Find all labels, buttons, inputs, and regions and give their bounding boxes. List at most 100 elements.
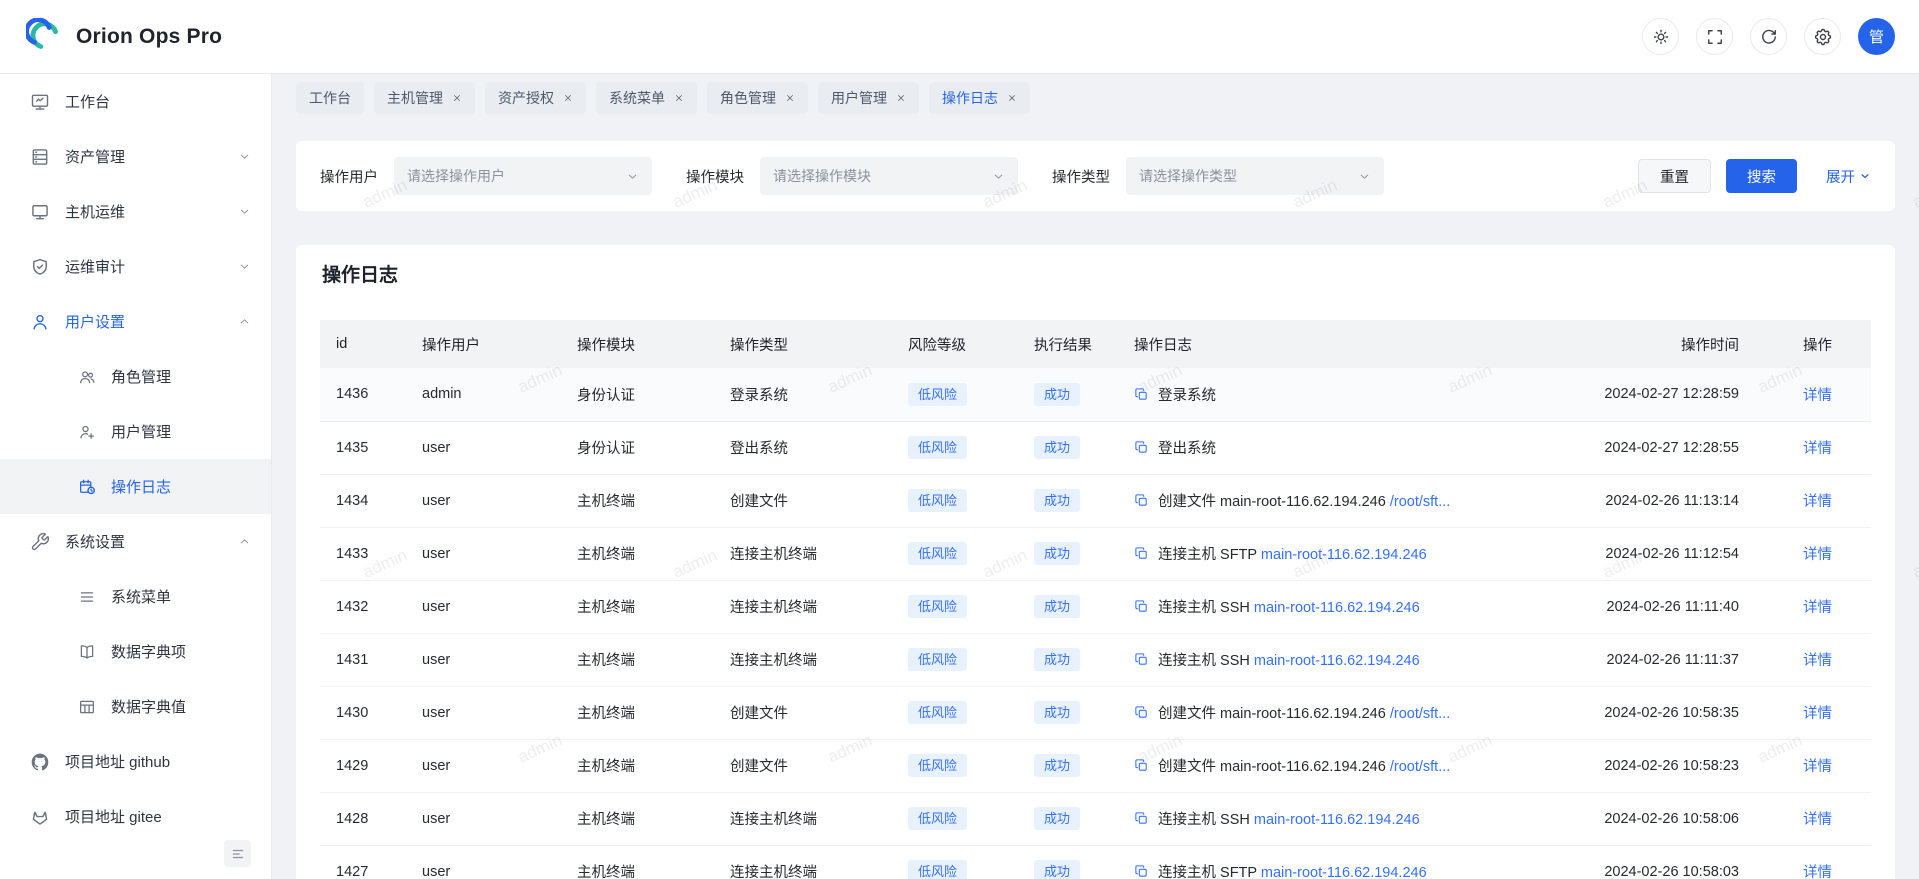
cell-risk: 低风险 — [892, 368, 1018, 421]
copy-icon[interactable] — [1134, 387, 1149, 402]
fullscreen-button[interactable] — [1696, 18, 1733, 55]
sidebar-item-label: 用户管理 — [111, 421, 251, 442]
theme-button[interactable] — [1642, 18, 1679, 55]
result-badge: 成功 — [1034, 754, 1080, 777]
reset-button[interactable]: 重置 — [1638, 159, 1711, 193]
log-link[interactable]: main-root-116.62.194.246 — [1261, 865, 1427, 879]
risk-badge: 低风险 — [908, 754, 967, 777]
filter-group-op-module: 操作模块请选择操作模块 — [686, 157, 1018, 195]
tab-role-mgmt[interactable]: 角色管理 — [707, 82, 808, 114]
column-header: 执行结果 — [1018, 320, 1118, 368]
filter-select-op-module[interactable]: 请选择操作模块 — [760, 157, 1018, 195]
copy-icon[interactable] — [1134, 705, 1149, 720]
close-icon[interactable] — [896, 93, 906, 103]
sidebar-collapse-button[interactable] — [224, 840, 251, 867]
log-link[interactable]: main-root-116.62.194.246 — [1261, 547, 1427, 563]
cell-id: 1435 — [320, 421, 406, 474]
close-icon[interactable] — [674, 93, 684, 103]
copy-icon[interactable] — [1134, 811, 1149, 826]
filter-select-op-user[interactable]: 请选择操作用户 — [394, 157, 652, 195]
sidebar-item-dict-item[interactable]: 数据字典项 — [0, 624, 271, 679]
sidebar-item-workbench[interactable]: 工作台 — [0, 74, 271, 129]
detail-link[interactable]: 详情 — [1803, 388, 1832, 404]
detail-link[interactable]: 详情 — [1803, 759, 1832, 775]
sidebar-item-user-mgmt[interactable]: 用户管理 — [0, 404, 271, 459]
refresh-button[interactable] — [1750, 18, 1787, 55]
detail-link[interactable]: 详情 — [1803, 494, 1832, 510]
sidebar-item-github[interactable]: 项目地址 github — [0, 734, 271, 789]
chevron-down-icon — [626, 170, 639, 183]
detail-link[interactable]: 详情 — [1803, 600, 1832, 616]
result-badge: 成功 — [1034, 860, 1080, 879]
detail-link[interactable]: 详情 — [1803, 865, 1832, 879]
app-logo: Orion Ops Pro — [26, 18, 222, 56]
log-link[interactable]: /root/sft... — [1390, 706, 1450, 722]
sidebar-item-role-mgmt[interactable]: 角色管理 — [0, 349, 271, 404]
copy-icon[interactable] — [1134, 546, 1149, 561]
cell-type: 创建文件 — [714, 739, 892, 792]
cell-time: 2024-02-26 10:58:03 — [1517, 845, 1787, 879]
column-header: 风险等级 — [892, 320, 1018, 368]
sidebar-item-system-settings[interactable]: 系统设置 — [0, 514, 271, 569]
copy-icon[interactable] — [1134, 652, 1149, 667]
wrench-icon — [30, 532, 50, 552]
close-icon[interactable] — [785, 93, 795, 103]
tab-host-mgmt[interactable]: 主机管理 — [374, 82, 475, 114]
sidebar-item-label: 数据字典值 — [111, 696, 251, 717]
theme-icon — [1651, 27, 1671, 47]
copy-icon[interactable] — [1134, 864, 1149, 879]
detail-link[interactable]: 详情 — [1803, 441, 1832, 457]
detail-link[interactable]: 详情 — [1803, 547, 1832, 563]
log-link[interactable]: main-root-116.62.194.246 — [1254, 600, 1420, 616]
sidebar-item-gitee[interactable]: 项目地址 gitee — [0, 789, 271, 844]
column-header: id — [320, 320, 406, 368]
logo-icon — [26, 18, 64, 56]
cell-time: 2024-02-26 10:58:06 — [1517, 792, 1787, 845]
settings-button[interactable] — [1804, 18, 1841, 55]
sidebar-item-system-menu[interactable]: 系统菜单 — [0, 569, 271, 624]
log-link[interactable]: /root/sft... — [1390, 759, 1450, 775]
sidebar-item-host-ops[interactable]: 主机运维 — [0, 184, 271, 239]
detail-link[interactable]: 详情 — [1803, 706, 1832, 722]
cell-action: 详情 — [1787, 368, 1871, 421]
close-icon[interactable] — [1007, 93, 1017, 103]
tab-system-menu[interactable]: 系统菜单 — [596, 82, 697, 114]
sidebar-item-user-settings[interactable]: 用户设置 — [0, 294, 271, 349]
tab-workbench[interactable]: 工作台 — [296, 82, 364, 114]
cell-type: 连接主机终端 — [714, 527, 892, 580]
copy-icon[interactable] — [1134, 758, 1149, 773]
sidebar-item-dict-value[interactable]: 数据字典值 — [0, 679, 271, 734]
cell-id: 1436 — [320, 368, 406, 421]
log-link[interactable]: /root/sft... — [1390, 494, 1450, 510]
filter-select-op-type[interactable]: 请选择操作类型 — [1126, 157, 1384, 195]
sidebar-item-op-log[interactable]: 操作日志 — [0, 459, 271, 514]
log-text: 连接主机 SSH main-root-116.62.194.246 — [1158, 808, 1420, 829]
close-icon[interactable] — [452, 93, 462, 103]
detail-link[interactable]: 详情 — [1803, 812, 1832, 828]
detail-link[interactable]: 详情 — [1803, 653, 1832, 669]
sidebar-item-asset-mgmt[interactable]: 资产管理 — [0, 129, 271, 184]
tab-asset-auth[interactable]: 资产授权 — [485, 82, 586, 114]
user-avatar[interactable]: 管 — [1858, 18, 1895, 55]
tab-op-log[interactable]: 操作日志 — [929, 82, 1030, 114]
risk-badge: 低风险 — [908, 383, 967, 406]
sidebar-item-ops-audit[interactable]: 运维审计 — [0, 239, 271, 294]
log-link[interactable]: main-root-116.62.194.246 — [1254, 653, 1420, 669]
cell-time: 2024-02-26 10:58:35 — [1517, 686, 1787, 739]
log-link[interactable]: main-root-116.62.194.246 — [1254, 812, 1420, 828]
search-button[interactable]: 搜索 — [1726, 159, 1797, 193]
column-header: 操作日志 — [1118, 320, 1517, 368]
cell-risk: 低风险 — [892, 686, 1018, 739]
copy-icon[interactable] — [1134, 440, 1149, 455]
cell-action: 详情 — [1787, 580, 1871, 633]
cell-type: 连接主机终端 — [714, 580, 892, 633]
sidebar-item-label: 操作日志 — [111, 476, 251, 497]
copy-icon[interactable] — [1134, 599, 1149, 614]
cell-result: 成功 — [1018, 633, 1118, 686]
log-text: 登出系统 — [1158, 437, 1216, 458]
tab-user-mgmt[interactable]: 用户管理 — [818, 82, 919, 114]
close-icon[interactable] — [563, 93, 573, 103]
copy-icon[interactable] — [1134, 493, 1149, 508]
sidebar-item-label: 项目地址 github — [65, 751, 251, 772]
expand-toggle[interactable]: 展开 — [1826, 166, 1871, 187]
